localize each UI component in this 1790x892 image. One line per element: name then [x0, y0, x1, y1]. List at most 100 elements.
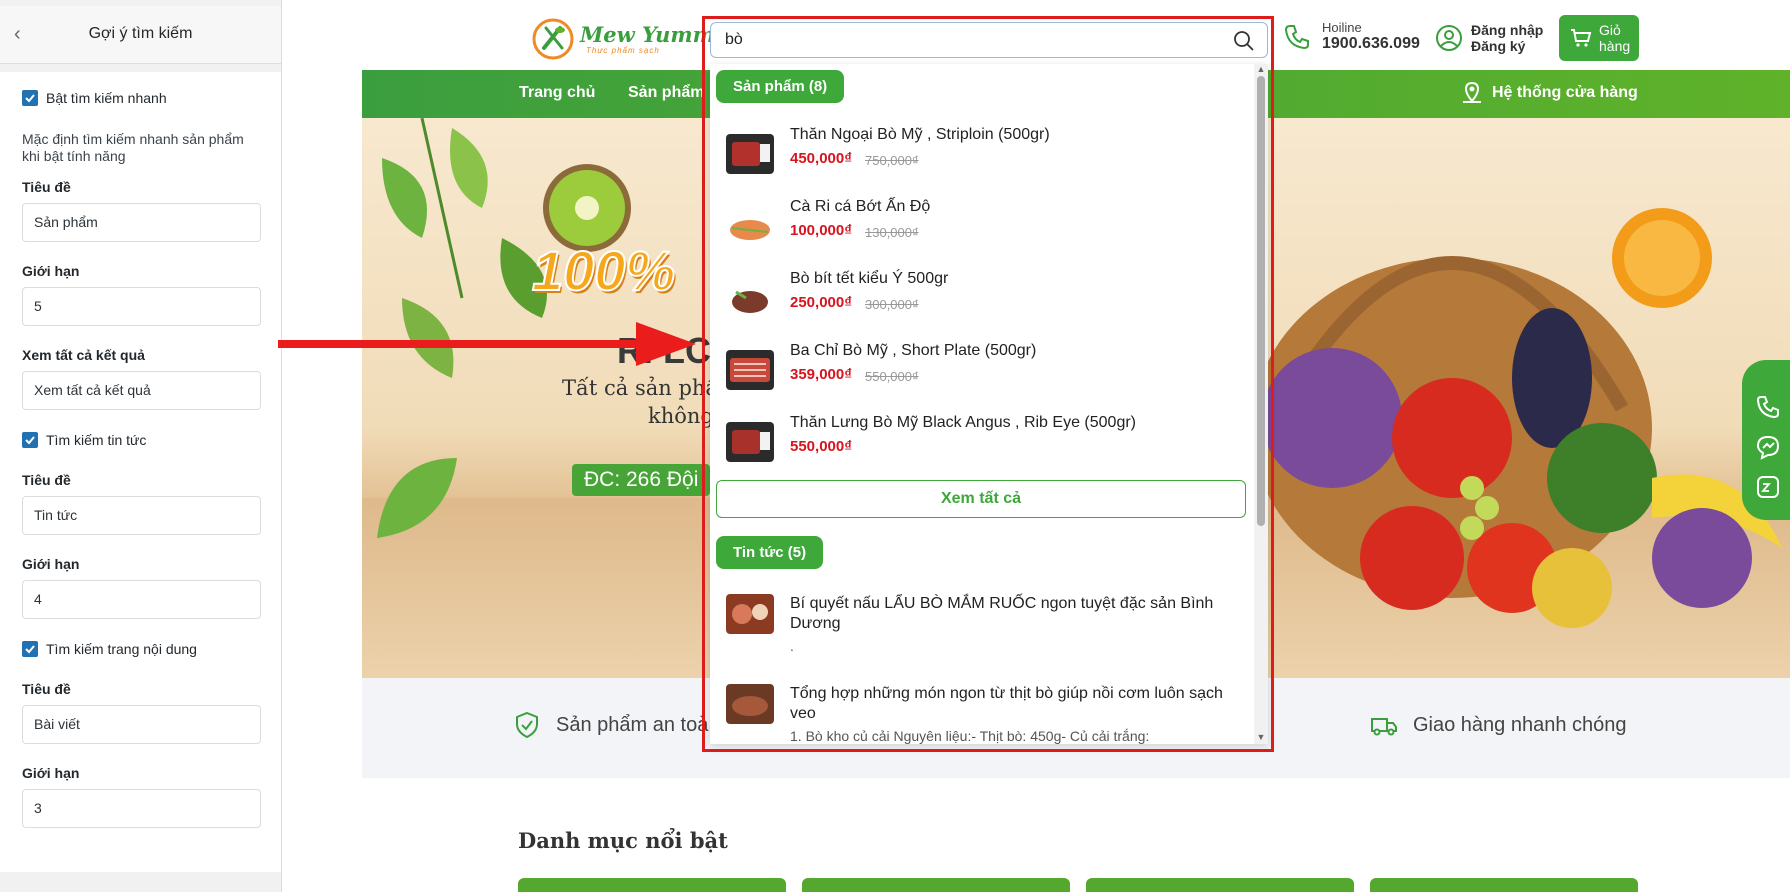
user-icon: [1436, 25, 1462, 51]
news-limit-label: Giới hạn: [22, 556, 80, 572]
phone-icon[interactable]: [1754, 393, 1782, 421]
dropdown-scrollbar[interactable]: ▲ ▼: [1254, 64, 1268, 744]
products-section-badge: Sản phẩm (8): [716, 70, 845, 103]
login-link[interactable]: Đăng nhập: [1471, 22, 1543, 38]
scroll-up-icon[interactable]: ▲: [1256, 64, 1266, 74]
products-title-input[interactable]: Sản phẩm: [22, 203, 261, 242]
settings-body: Bật tìm kiếm nhanh Mặc định tìm kiếm nha…: [0, 72, 281, 872]
product-thumbnail: [726, 350, 774, 390]
nav-stores-label: Hệ thống cửa hàng: [1492, 84, 1638, 101]
category-card[interactable]: [802, 878, 1070, 892]
news-title-input[interactable]: Tin tức: [22, 496, 261, 535]
product-name: Cà Ri cá Bớt Ấn Độ: [790, 198, 931, 215]
product-suggestion[interactable]: Thăn Ngoại Bò Mỹ , Striploin (500gr) 450…: [726, 126, 1246, 188]
search-icon[interactable]: [1233, 30, 1255, 52]
pages-limit-label: Giới hạn: [22, 765, 80, 781]
product-old-price: 550,000₫: [865, 369, 919, 384]
product-price: 550,000₫: [790, 438, 852, 455]
news-thumbnail: [726, 684, 774, 724]
banner-line-2: không: [648, 404, 714, 428]
checkbox-checked-icon[interactable]: [22, 90, 38, 106]
news-excerpt: .: [790, 638, 794, 654]
nav-home[interactable]: Trang chủ: [519, 84, 595, 102]
product-price: 450,000₫: [790, 150, 852, 167]
cart-label: Giỏ hàng: [1599, 22, 1631, 54]
scrollbar-thumb[interactable]: [1257, 76, 1265, 526]
account: Đăng nhập Đăng ký: [1435, 22, 1543, 54]
nav-store-system[interactable]: Hệ thống cửa hàng: [1460, 81, 1638, 105]
pages-limit-input[interactable]: 3: [22, 789, 261, 828]
feature-delivery: Giao hàng nhanh chóng: [1369, 710, 1627, 740]
leaf-image: [377, 458, 457, 538]
product-name: Ba Chỉ Bò Mỹ , Short Plate (500gr): [790, 342, 1037, 359]
settings-header: ‹ Gợi ý tìm kiếm: [0, 6, 281, 64]
banner-address: ĐC: 266 Đội: [572, 464, 711, 496]
products-title-label: Tiêu đề: [22, 179, 71, 195]
view-all-label: Xem tất cả kết quả: [22, 347, 145, 363]
category-card[interactable]: [1370, 878, 1638, 892]
feature-safe: Sản phẩm an toà: [512, 710, 708, 740]
product-price: 250,000₫: [790, 294, 852, 311]
category-card[interactable]: [1086, 878, 1354, 892]
news-thumbnail: [726, 594, 774, 634]
view-all-button[interactable]: Xem tất cả: [716, 480, 1246, 518]
feature-safe-label: Sản phẩm an toà: [556, 713, 709, 736]
search-news-label: Tìm kiếm tin tức: [46, 432, 147, 448]
product-suggestion[interactable]: Cà Ri cá Bớt Ấn Độ 100,000₫ 130,000₫: [726, 198, 1246, 260]
product-price: 100,000₫: [790, 222, 852, 239]
search-news-checkbox[interactable]: Tìm kiếm tin tức: [22, 432, 146, 448]
pages-title-input[interactable]: Bài viết: [22, 705, 261, 744]
product-name: Bò bít tết kiểu Ý 500gr: [790, 270, 949, 287]
pages-title-label: Tiêu đề: [22, 681, 71, 697]
search-input[interactable]: [725, 23, 1205, 57]
search-bar[interactable]: [710, 22, 1268, 58]
product-old-price: 130,000₫: [865, 225, 919, 240]
product-suggestion[interactable]: Bò bít tết kiểu Ý 500gr 250,000₫ 300,000…: [726, 270, 1246, 332]
checkbox-checked-icon[interactable]: [22, 432, 38, 448]
logo-icon: [532, 18, 574, 60]
product-price: 359,000₫: [790, 366, 852, 383]
news-limit-input[interactable]: 4: [22, 580, 261, 619]
hotline-label: Hoiline: [1322, 20, 1362, 35]
annotation-arrow: [278, 322, 696, 366]
settings-title: Gợi ý tìm kiếm: [88, 25, 193, 42]
product-old-price: 750,000₫: [865, 153, 919, 168]
category-card[interactable]: [518, 878, 786, 892]
nav-products[interactable]: Sản phẩm: [628, 84, 704, 102]
product-name: Thăn Lưng Bò Mỹ Black Angus , Rib Eye (5…: [790, 414, 1136, 431]
products-limit-label: Giới hạn: [22, 263, 80, 279]
site-logo[interactable]: Mew Yummy Thực phẩm sạch: [530, 16, 727, 62]
truck-icon: [1371, 718, 1397, 736]
featured-categories-title: Danh mục nổi bật: [518, 828, 728, 853]
map-pin-icon: [1463, 81, 1481, 103]
product-thumbnail: [726, 134, 774, 174]
product-suggestion[interactable]: Thăn Lưng Bò Mỹ Black Angus , Rib Eye (5…: [726, 414, 1246, 476]
products-limit-input[interactable]: 5: [22, 287, 261, 326]
logo-tagline: Thực phẩm sạch: [586, 45, 660, 55]
banner-hundred: 100%: [531, 238, 676, 303]
search-suggestions-dropdown: Sản phẩm (8) Thăn Ngoại Bò Mỹ , Striploi…: [710, 64, 1268, 744]
quick-search-description: Mặc định tìm kiếm nhanh sản phẩm khi bật…: [22, 131, 244, 164]
hotline[interactable]: Hoiline 1900.636.099: [1282, 20, 1420, 53]
scroll-down-icon[interactable]: ▼: [1256, 732, 1266, 742]
cart-icon: [1571, 29, 1592, 47]
zalo-icon[interactable]: [1754, 473, 1782, 501]
product-suggestion[interactable]: Ba Chỉ Bò Mỹ , Short Plate (500gr) 359,0…: [726, 342, 1246, 404]
view-all-input[interactable]: Xem tất cả kết quả: [22, 371, 261, 410]
news-title: Bí quyết nấu LẨU BÒ MẮM RUỐC ngon tuyệt …: [790, 595, 1214, 632]
cart-button[interactable]: Giỏ hàng: [1559, 15, 1639, 61]
messenger-icon[interactable]: [1754, 433, 1782, 461]
enable-quick-search-checkbox[interactable]: Bật tìm kiếm nhanh: [22, 90, 167, 106]
news-suggestion[interactable]: Bí quyết nấu LẨU BÒ MẮM RUỐC ngon tuyệt …: [726, 594, 1246, 664]
phone-icon: [1284, 24, 1309, 49]
search-pages-checkbox[interactable]: Tìm kiếm trang nội dung: [22, 641, 197, 657]
register-link[interactable]: Đăng ký: [1471, 38, 1543, 54]
news-suggestion[interactable]: Tổng hợp những món ngon từ thịt bò giúp …: [726, 684, 1246, 744]
news-excerpt: 1. Bò kho củ cải Nguyên liệu:- Thịt bò: …: [790, 728, 1150, 744]
product-old-price: 300,000₫: [865, 297, 919, 312]
product-thumbnail: [726, 278, 774, 318]
checkbox-checked-icon[interactable]: [22, 641, 38, 657]
vegetable-basket-image: [1252, 208, 1782, 628]
product-thumbnail: [726, 206, 774, 246]
enable-quick-search-label: Bật tìm kiếm nhanh: [46, 90, 167, 106]
